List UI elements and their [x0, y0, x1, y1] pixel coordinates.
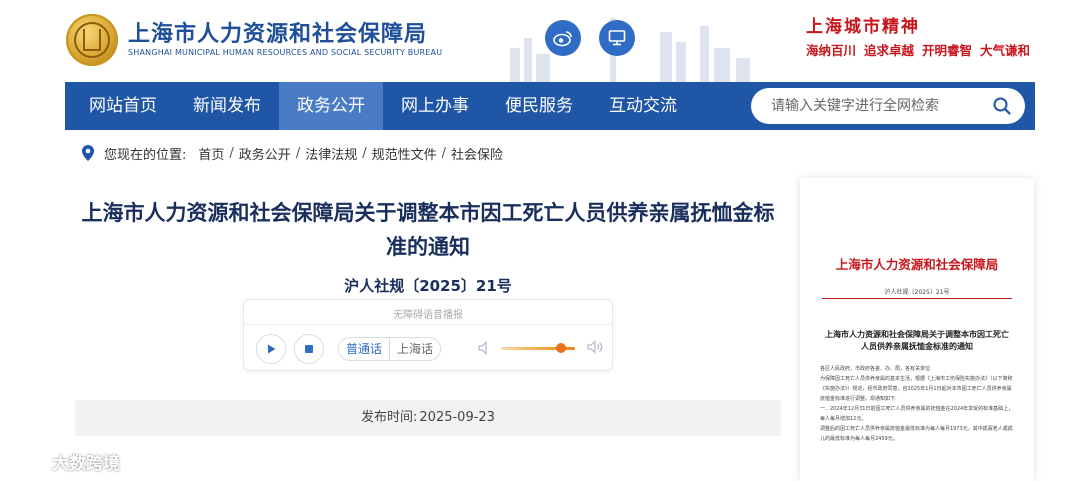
site-title[interactable]: 上海市人力资源和社会保障局	[128, 16, 427, 48]
preview-paragraph: 调整后的因工死亡人员供养亲属抚恤金最低标准为每人每月1973元，其中孤寡老人或孤…	[820, 426, 1013, 442]
spirit-word: 追求卓越	[864, 43, 915, 58]
volume-low-icon[interactable]	[477, 340, 493, 356]
player-divider	[244, 324, 612, 325]
breadcrumb-separator: /	[362, 145, 367, 161]
watermark-text: 大数跨境	[52, 453, 120, 474]
player-label: 无障碍语音播报	[393, 310, 463, 321]
site-search	[751, 88, 1025, 124]
document-number: 沪人社规〔2025〕21号	[344, 277, 512, 295]
spirit-word: 海纳百川	[806, 43, 857, 58]
breadcrumb-separator: /	[441, 145, 447, 161]
breadcrumb: 您现在的位置: 首页 / 政务公开 / 法律法规 / 规范性文件 / 社会保险	[80, 143, 503, 163]
play-icon	[268, 344, 276, 354]
site-subtitle: SHANGHAI MUNICIPAL HUMAN RESOURCES AND S…	[128, 48, 443, 57]
nav-item-gov-affairs[interactable]: 政务公开	[279, 82, 383, 130]
weibo-icon	[553, 31, 572, 47]
nav-item-online-services[interactable]: 网上办事	[383, 82, 487, 130]
search-input[interactable]	[769, 97, 979, 115]
preview-org-header: 上海市人力资源和社会保障局	[835, 257, 999, 272]
preview-red-line	[822, 298, 1012, 299]
preview-title: 上海市人力资源和社会保障局关于调整本市因工死亡人员供养亲属抚恤金标准的通知	[825, 329, 1009, 351]
location-pin-icon	[82, 145, 94, 161]
volume-slider-handle[interactable]	[556, 343, 566, 353]
article-title: 上海市人力资源和社会保障局关于调整本市因工死亡人员供养亲属抚恤金标准的通知	[81, 201, 775, 259]
watermark-logo-icon	[11, 453, 46, 469]
language-toggle: 普通话 上海话	[338, 337, 442, 361]
preview-doc-number: 沪人社规〔2025〕21号	[884, 289, 950, 296]
spirit-word: 开明睿智	[922, 43, 973, 58]
breadcrumb-home[interactable]: 首页	[198, 144, 224, 163]
breadcrumb-lead: 您现在的位置:	[104, 147, 187, 163]
desktop-version-button[interactable]	[599, 20, 635, 56]
spirit-word: 大气谦和	[980, 43, 1031, 58]
search-icon[interactable]	[993, 97, 1011, 115]
document-preview[interactable]: 上海市人力资源和社会保障局 沪人社规〔2025〕21号 上海市人力资源和社会保障…	[800, 178, 1034, 481]
nav-item-home[interactable]: 网站首页	[65, 82, 175, 130]
site-header: 上海市人力资源和社会保障局 SHANGHAI MUNICIPAL HUMAN R…	[0, 0, 1080, 82]
city-spirit-words: 海纳百川 追求卓越 开明睿智 大气谦和	[806, 40, 1038, 59]
nav-item-news[interactable]: 新闻发布	[175, 82, 279, 130]
stop-button[interactable]	[294, 334, 324, 364]
preview-paragraph: 各区人民政府，市政府各委、办、局，各有关单位:	[820, 366, 932, 372]
bureau-emblem-icon[interactable]	[66, 14, 118, 66]
monitor-icon	[608, 30, 626, 46]
language-shanghainese[interactable]: 上海话	[390, 338, 440, 360]
breadcrumb-social-insurance[interactable]: 社会保险	[451, 144, 503, 163]
nav-item-public-services[interactable]: 便民服务	[487, 82, 591, 130]
language-mandarin[interactable]: 普通话	[339, 338, 391, 360]
stop-icon	[305, 345, 313, 353]
watermark: 大数跨境	[10, 450, 120, 474]
play-button[interactable]	[256, 334, 286, 364]
preview-paragraph: 一、2024年12月31日前因工死亡人员供养亲属的抚恤金在2024年享受的标准基…	[820, 406, 1014, 422]
publish-date: 2025-09-23	[419, 410, 495, 425]
breadcrumb-separator: /	[229, 145, 234, 161]
preview-paragraph: 为保障因工死亡人员供养亲属的基本生活，根据《上海市工伤保险实施办法》（以下简称《…	[820, 376, 1013, 402]
publish-info-bar: 发布时间: 2025-09-23	[75, 400, 781, 436]
audio-player: 无障碍语音播报 普通话 上海话	[243, 299, 613, 371]
publish-label: 发布时间:	[361, 410, 418, 425]
nav-item-interaction[interactable]: 互动交流	[591, 82, 695, 130]
breadcrumb-separator: /	[295, 145, 301, 161]
breadcrumb-normative-docs[interactable]: 规范性文件	[372, 144, 437, 163]
breadcrumb-laws[interactable]: 法律法规	[305, 144, 357, 163]
weibo-button[interactable]	[545, 20, 581, 56]
city-spirit-title: 上海城市精神	[806, 17, 920, 37]
volume-high-icon[interactable]	[586, 338, 604, 356]
breadcrumb-gov-affairs[interactable]: 政务公开	[239, 144, 291, 163]
preview-body: 各区人民政府，市政府各委、办、局，各有关单位: 为保障因工死亡人员供养亲属的基本…	[820, 364, 1016, 444]
